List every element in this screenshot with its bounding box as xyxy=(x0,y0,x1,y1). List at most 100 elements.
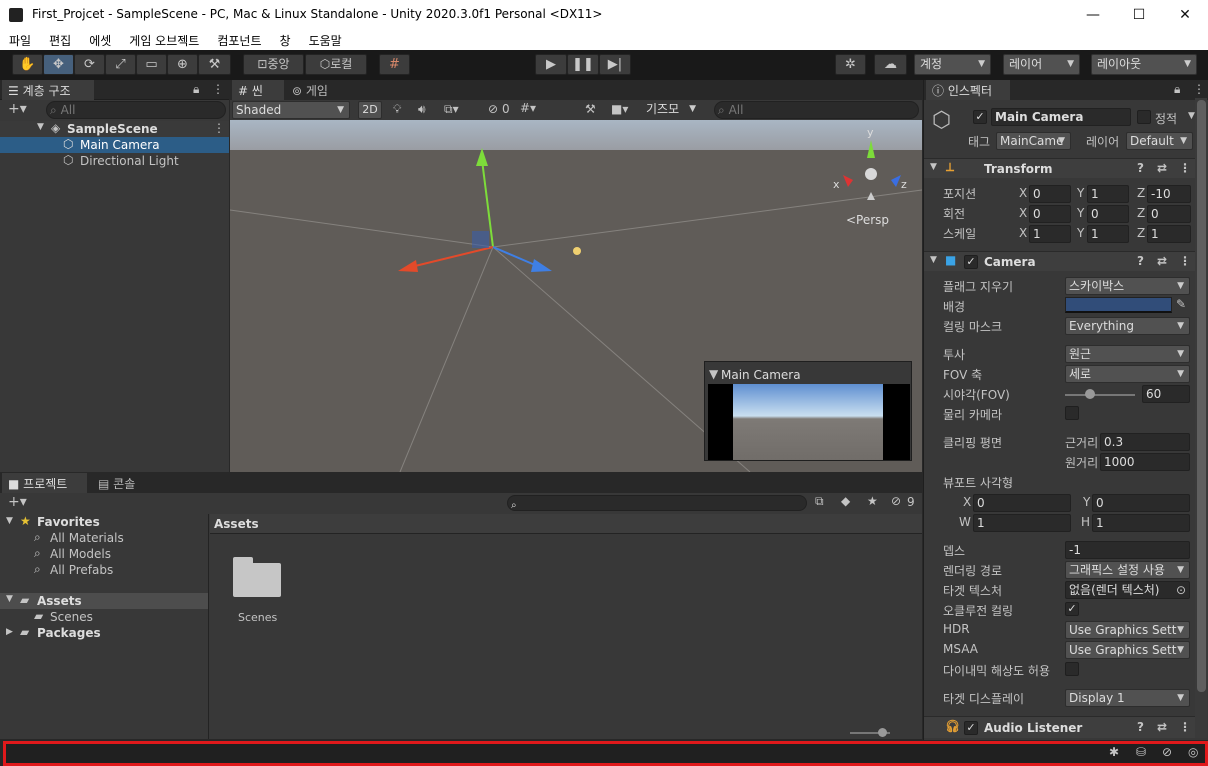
close-button[interactable]: ✕ xyxy=(1162,0,1208,30)
rotate-tool-icon[interactable]: ⟳ xyxy=(74,54,105,75)
hand-tool-icon[interactable]: ✋ xyxy=(12,54,43,75)
tag-dropdown[interactable]: MainCame ▼ xyxy=(996,132,1071,150)
culling-mask-dropdown[interactable]: Everything ▼ xyxy=(1065,317,1190,335)
favorite-item[interactable]: All Materials xyxy=(50,531,124,545)
add-button[interactable]: +▾ xyxy=(8,494,27,510)
favorites-label[interactable]: Favorites xyxy=(37,515,100,529)
hidden-objects-icon[interactable]: ⊘ xyxy=(488,102,498,116)
hdr-dropdown[interactable]: Use Graphics Sett ▼ xyxy=(1065,621,1190,639)
help-icon[interactable]: ? xyxy=(1137,161,1144,175)
favorite-item[interactable]: All Models xyxy=(50,547,111,561)
scale-x-field[interactable]: 1 xyxy=(1029,225,1071,243)
target-texture-field[interactable]: 없음(렌더 텍스처) ⊙ xyxy=(1065,581,1190,599)
audio-listener-header[interactable]: 🎧︎ ✓ Audio Listener ? ⇄ ⋮ xyxy=(924,716,1200,738)
fov-slider[interactable] xyxy=(1065,394,1135,396)
packages-label[interactable]: Packages xyxy=(37,626,101,640)
scenes-folder-item[interactable]: Scenes xyxy=(50,610,93,624)
account-dropdown[interactable]: 계정 ▼ xyxy=(914,54,991,75)
custom-tool-icon[interactable]: ⚒ xyxy=(198,54,231,75)
play-button[interactable]: ▶ xyxy=(535,54,567,75)
2d-toggle[interactable]: 2D xyxy=(358,101,382,119)
tab-scene[interactable]: # 씬 xyxy=(232,80,284,100)
favorite-icon[interactable]: ★ xyxy=(867,494,878,508)
background-color-field[interactable] xyxy=(1065,297,1172,313)
foldout-icon[interactable]: ▼ xyxy=(930,162,937,172)
physical-camera-checkbox[interactable] xyxy=(1065,406,1079,420)
hidden-packages-icon[interactable]: ⊘ xyxy=(891,494,901,508)
active-checkbox[interactable]: ✓ xyxy=(973,110,987,124)
object-picker-icon[interactable]: ⊙ xyxy=(1175,582,1186,598)
foldout-icon[interactable]: ▼ xyxy=(6,516,13,526)
position-z-field[interactable]: -10 xyxy=(1147,185,1191,203)
foldout-icon[interactable]: ▶ xyxy=(6,627,13,637)
filter-type-icon[interactable]: ⧉ xyxy=(815,494,824,509)
viewport-y-field[interactable]: 0 xyxy=(1092,494,1190,512)
project-search-input[interactable]: ⌕ xyxy=(507,495,807,511)
fov-slider-handle[interactable] xyxy=(1085,389,1095,399)
pivot-toggle[interactable]: ⊡중앙 xyxy=(243,54,304,75)
menu-assets[interactable]: 에셋 xyxy=(80,30,120,50)
grid-snap-icon[interactable]: # xyxy=(379,54,410,75)
occlusion-culling-checkbox[interactable]: ✓ xyxy=(1065,602,1079,616)
fov-axis-dropdown[interactable]: 세로 ▼ xyxy=(1065,365,1190,383)
light-gizmo-icon[interactable] xyxy=(573,247,581,255)
camera-header[interactable]: ▼ ■ ✓ Camera ? ⇄ ⋮ xyxy=(924,251,1200,271)
debug-icon[interactable]: ✱ xyxy=(1109,745,1119,759)
camera-icon[interactable]: ■▾ xyxy=(611,102,628,116)
foldout-icon[interactable]: ▼ xyxy=(37,122,44,132)
scenes-folder-tile[interactable] xyxy=(232,555,282,597)
lighting-icon[interactable]: 💡︎ xyxy=(393,102,401,117)
foldout-icon[interactable]: ▼ xyxy=(930,255,937,265)
scene-row[interactable]: ▼ ◈ SampleScene ⋮ xyxy=(0,121,229,137)
tab-console[interactable]: ▤ 콘솔 xyxy=(92,473,152,493)
scene-menu-icon[interactable]: ⋮ xyxy=(213,121,225,135)
collab-icon[interactable]: ✲ xyxy=(835,54,866,75)
msaa-dropdown[interactable]: Use Graphics Sett ▼ xyxy=(1065,641,1190,659)
layer-dropdown[interactable]: Default ▼ xyxy=(1126,132,1193,150)
viewport-x-field[interactable]: 0 xyxy=(973,494,1071,512)
hierarchy-search-input[interactable]: ⌕ All xyxy=(46,101,226,119)
help-icon[interactable]: ? xyxy=(1137,254,1144,268)
progress-icon[interactable]: ◎ xyxy=(1188,745,1198,759)
maximize-button[interactable]: ☐ xyxy=(1116,0,1162,30)
layout-dropdown[interactable]: 레이아웃 ▼ xyxy=(1091,54,1197,75)
inspector-scrollbar-thumb[interactable] xyxy=(1197,100,1206,692)
viewport-h-field[interactable]: 1 xyxy=(1092,514,1190,532)
zoom-slider-handle[interactable] xyxy=(878,728,887,737)
effects-icon[interactable]: ⧉▾ xyxy=(444,102,459,117)
menu-gameobject[interactable]: 게임 오브젝트 xyxy=(120,30,208,50)
position-y-field[interactable]: 1 xyxy=(1087,185,1129,203)
help-icon[interactable]: ? xyxy=(1137,720,1144,734)
preset-icon[interactable]: ⇄ xyxy=(1157,161,1167,175)
move-tool-icon[interactable]: ✥ xyxy=(43,54,74,75)
folder-label[interactable]: Scenes xyxy=(238,611,277,624)
static-checkbox[interactable] xyxy=(1137,110,1151,124)
filter-label-icon[interactable]: ◆ xyxy=(841,494,850,508)
step-button[interactable]: ▶| xyxy=(599,54,631,75)
favorite-item[interactable]: All Prefabs xyxy=(50,563,113,577)
rect-tool-icon[interactable]: ▭ xyxy=(136,54,167,75)
component-menu-icon[interactable]: ⋮ xyxy=(1179,254,1191,268)
fov-field[interactable]: 60 xyxy=(1142,385,1190,403)
minimize-button[interactable]: — xyxy=(1070,0,1116,30)
rotation-y-field[interactable]: 0 xyxy=(1087,205,1129,223)
depth-field[interactable]: -1 xyxy=(1065,541,1190,559)
add-button[interactable]: +▾ xyxy=(8,101,27,117)
audio-enabled-checkbox[interactable]: ✓ xyxy=(964,721,978,735)
chevron-down-icon[interactable]: ▼ xyxy=(1188,111,1195,121)
component-menu-icon[interactable]: ⋮ xyxy=(1179,161,1191,175)
tab-game[interactable]: ⊚ 게임 xyxy=(286,80,342,100)
gizmos-dropdown[interactable]: 기즈모 ▼ xyxy=(643,101,701,119)
cloud-icon[interactable]: ☁ xyxy=(874,54,907,75)
rotation-x-field[interactable]: 0 xyxy=(1029,205,1071,223)
persp-label[interactable]: <Persp xyxy=(846,213,889,227)
shading-dropdown[interactable]: Shaded ▼ xyxy=(232,101,350,119)
more-icon[interactable]: ⋮ xyxy=(212,82,224,96)
menu-component[interactable]: 컴포넌트 xyxy=(208,30,270,50)
menu-edit[interactable]: 편집 xyxy=(40,30,80,50)
camera-enabled-checkbox[interactable]: ✓ xyxy=(964,255,978,269)
dynamic-resolution-checkbox[interactable] xyxy=(1065,662,1079,676)
near-field[interactable]: 0.3 xyxy=(1100,433,1190,451)
audio-icon[interactable]: 🔊︎ xyxy=(418,102,426,117)
scale-z-field[interactable]: 1 xyxy=(1147,225,1191,243)
